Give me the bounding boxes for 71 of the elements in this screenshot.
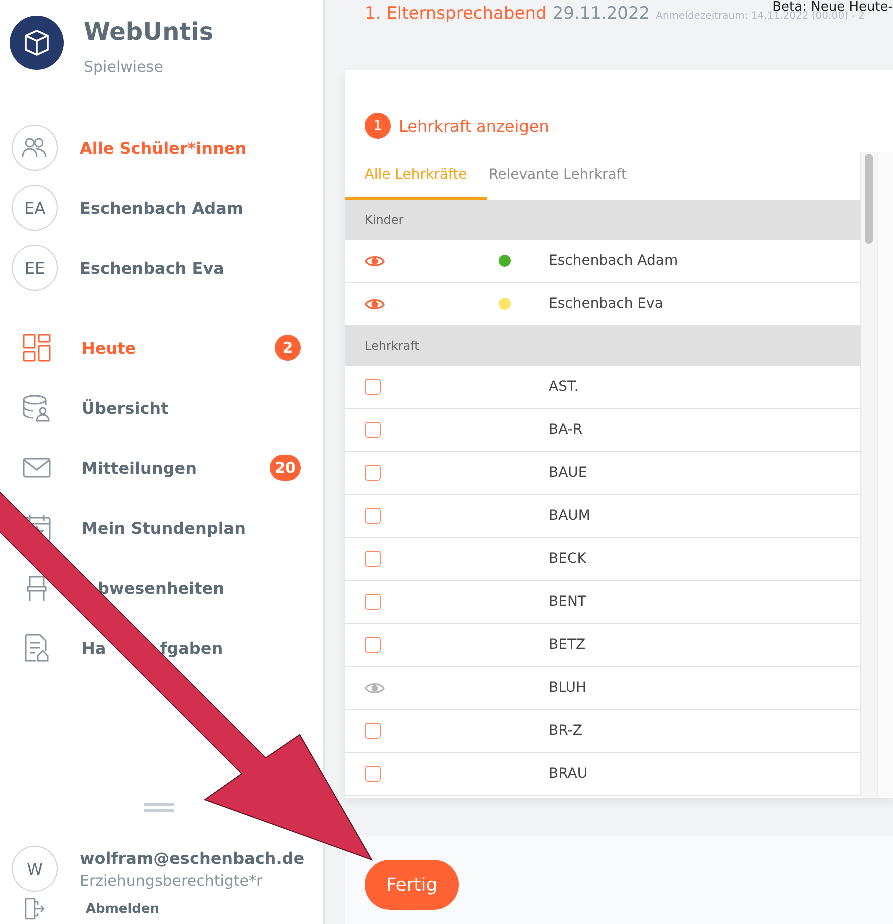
person-name: BA-R	[549, 422, 584, 438]
step-number: 1	[365, 113, 391, 139]
student-filter[interactable]: Eschenbach Eva	[80, 258, 224, 278]
nav-item[interactable]: Übersicht	[82, 398, 169, 418]
person-name: BETZ	[549, 637, 587, 653]
section-title: Lehrkraft	[365, 339, 420, 353]
person-name: BAUM	[549, 508, 592, 524]
checkbox[interactable]	[365, 465, 381, 481]
checkbox[interactable]	[365, 422, 381, 438]
user-email: wolfram@eschenbach.de	[80, 848, 305, 868]
checkbox[interactable]	[365, 594, 381, 610]
done-button[interactable]: Fertig	[365, 860, 459, 910]
student-filter[interactable]: Eschenbach Adam	[80, 198, 244, 218]
student-filter[interactable]: Alle Schüler*innen	[80, 138, 247, 158]
checkbox[interactable]	[365, 508, 381, 524]
person-name: BR-Z	[549, 723, 584, 739]
logout-icon[interactable]	[24, 898, 46, 920]
list-row[interactable]: Eschenbach Adam	[345, 240, 861, 283]
event-title: 1. Elternsprechabend	[365, 4, 547, 24]
dashboard-icon	[22, 333, 52, 363]
list-row[interactable]: BRAU	[345, 753, 861, 796]
list-row[interactable]: BECK	[345, 538, 861, 581]
section-title: Kinder	[365, 213, 404, 227]
people-icon	[22, 137, 48, 159]
user-avatar: W	[12, 846, 58, 892]
checkbox[interactable]	[365, 766, 381, 782]
list-row[interactable]: BAUE	[345, 452, 861, 495]
nav-item[interactable]: Mitteilungen	[82, 458, 197, 478]
nav-item[interactable]: Mein Stundenplan	[82, 518, 246, 538]
list-row[interactable]: BAUM	[345, 495, 861, 538]
person-name: Eschenbach Eva	[549, 296, 664, 312]
list-row[interactable]: AST.	[345, 366, 861, 409]
user-role: Erziehungsberechtigte*r	[80, 872, 264, 890]
person-name: BRAU	[549, 766, 589, 782]
event-date: 29.11.2022	[552, 4, 650, 24]
person-name: BAUE	[549, 465, 588, 481]
person-name: Eschenbach Adam	[549, 253, 680, 269]
checkbox[interactable]	[365, 637, 381, 653]
school-name: Spielwiese	[84, 58, 164, 76]
list-row[interactable]: BA-R	[345, 409, 861, 452]
checkbox[interactable]	[365, 723, 381, 739]
checkbox[interactable]	[365, 379, 381, 395]
list-row[interactable]: BR-Z	[345, 710, 861, 753]
nav-item[interactable]: Heute	[82, 338, 136, 358]
scrollbar[interactable]	[861, 152, 877, 798]
count-badge: 20	[270, 455, 301, 481]
student-avatar[interactable]: EE	[12, 245, 58, 291]
list-row[interactable]: BLUH	[345, 667, 861, 710]
count-badge: 2	[275, 335, 301, 361]
student-avatar[interactable]: EA	[12, 185, 58, 231]
person-name: BLUH	[549, 680, 588, 696]
person-name: AST.	[549, 379, 580, 395]
group-avatar[interactable]	[12, 125, 58, 171]
nav-item[interactable]: Ha	[82, 638, 106, 658]
drag-handle[interactable]	[144, 803, 174, 812]
checkbox[interactable]	[365, 551, 381, 567]
eye-icon[interactable]	[365, 254, 385, 268]
nav-item[interactable]: fgaben	[160, 638, 224, 658]
filter-tab[interactable]: Relevante Lehrkraft	[487, 152, 629, 200]
database-person-icon	[22, 393, 52, 423]
list-row[interactable]: BETZ	[345, 624, 861, 667]
card-title: Lehrkraft anzeigen	[399, 116, 550, 136]
cube-logo	[10, 16, 64, 70]
list-row[interactable]: BENT	[345, 581, 861, 624]
person-name: BENT	[549, 594, 588, 610]
eye-icon[interactable]	[365, 682, 385, 694]
person-name: BECK	[549, 551, 588, 567]
nav-item[interactable]: bwesenheiten	[98, 578, 224, 598]
eye-icon[interactable]	[365, 298, 385, 310]
logout-link[interactable]: Abmelden	[86, 902, 160, 916]
app-name: WebUntis	[84, 18, 214, 46]
